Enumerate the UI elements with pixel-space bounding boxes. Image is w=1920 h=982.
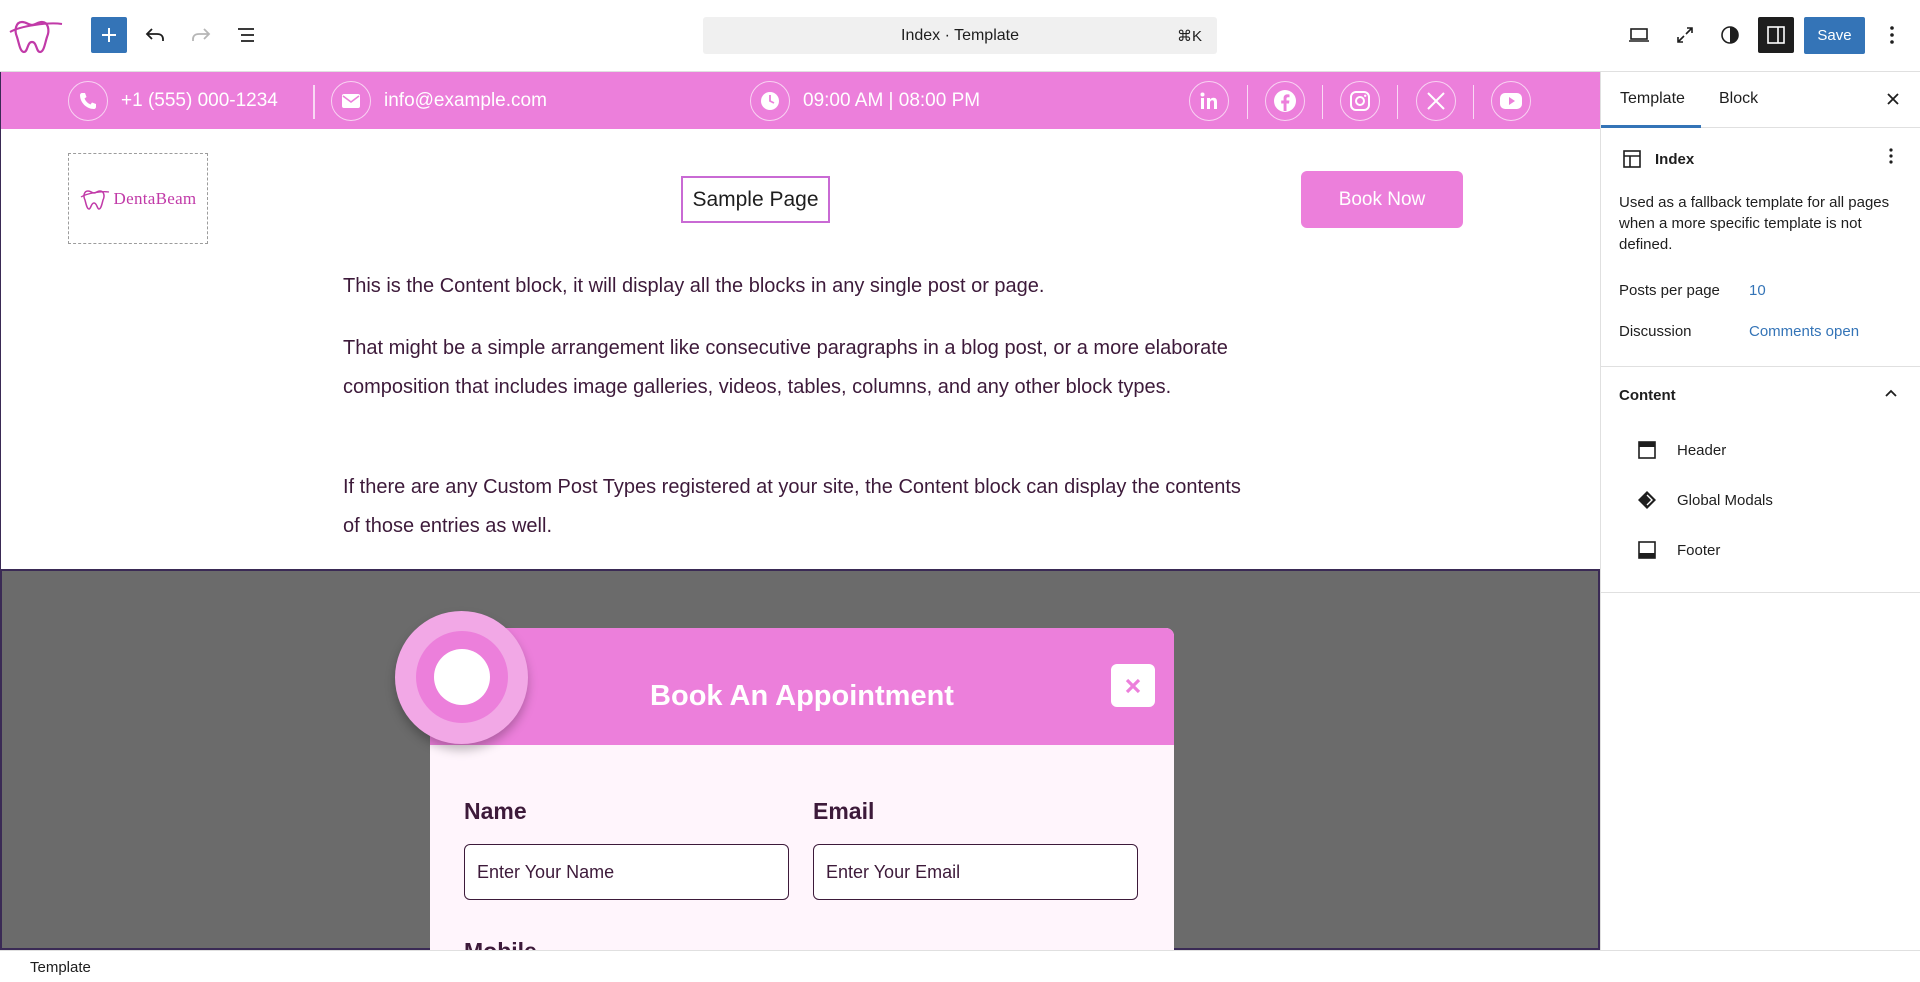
discussion-value[interactable]: Comments open bbox=[1749, 323, 1859, 340]
template-description: Used as a fallback template for all page… bbox=[1619, 194, 1890, 253]
posts-per-page-label: Posts per page bbox=[1619, 282, 1720, 299]
tab-block[interactable]: Block bbox=[1719, 90, 1758, 108]
discussion-label: Discussion bbox=[1619, 323, 1692, 340]
sidebar-tabs: Template Block bbox=[1601, 72, 1920, 128]
youtube-icon[interactable] bbox=[1491, 81, 1531, 121]
mobile-label: Mobile bbox=[464, 938, 537, 950]
save-button[interactable]: Save bbox=[1804, 17, 1865, 54]
divider bbox=[1322, 85, 1323, 119]
template-layout-icon bbox=[1621, 148, 1643, 175]
x-icon[interactable] bbox=[1416, 81, 1456, 121]
clock-icon bbox=[750, 81, 790, 121]
chevron-up-icon[interactable] bbox=[1881, 384, 1901, 409]
logo-text: DentaBeam bbox=[113, 188, 197, 208]
editor-toolbar: Index · Template ⌘K Save bbox=[0, 0, 1920, 72]
divider bbox=[1247, 85, 1248, 119]
document-overview-button[interactable] bbox=[228, 17, 264, 53]
phone-icon bbox=[68, 81, 108, 121]
close-icon[interactable] bbox=[1111, 664, 1155, 707]
editor-canvas[interactable]: +1 (555) 000-1234 info@example.com 09:00… bbox=[0, 72, 1600, 950]
device-preview-button[interactable] bbox=[1621, 17, 1657, 53]
book-now-button[interactable]: Book Now bbox=[1301, 171, 1463, 228]
divider bbox=[1601, 592, 1920, 593]
divider bbox=[1601, 366, 1920, 367]
name-field[interactable] bbox=[464, 844, 789, 900]
modal-header: Book An Appointment bbox=[430, 628, 1174, 745]
content-item-label: Global Modals bbox=[1677, 491, 1773, 509]
template-name: Index bbox=[1655, 151, 1695, 168]
content-paragraph[interactable]: That might be a simple arrangement like … bbox=[343, 329, 1243, 407]
header-icon bbox=[1635, 438, 1659, 462]
template-actions-icon[interactable] bbox=[1881, 146, 1901, 171]
styles-icon[interactable] bbox=[1712, 17, 1748, 53]
divider bbox=[1473, 85, 1474, 119]
content-item-global-modals[interactable]: Global Modals bbox=[1635, 488, 1773, 512]
content-paragraph[interactable]: This is the Content block, it will displ… bbox=[343, 267, 1243, 306]
contact-info-bar: +1 (555) 000-1234 info@example.com 09:00… bbox=[0, 72, 1600, 129]
content-item-label: Footer bbox=[1677, 541, 1721, 559]
close-icon[interactable] bbox=[1881, 87, 1905, 111]
options-menu-icon[interactable] bbox=[1874, 17, 1910, 53]
tab-template[interactable]: Template bbox=[1620, 90, 1685, 108]
settings-sidebar: Template Block Index Used as a fallback … bbox=[1600, 72, 1920, 950]
instagram-icon[interactable] bbox=[1340, 81, 1380, 121]
content-item-header[interactable]: Header bbox=[1635, 438, 1726, 462]
active-tab-indicator bbox=[1601, 125, 1701, 128]
command-palette-button[interactable]: Index · Template ⌘K bbox=[703, 17, 1217, 54]
content-paragraph[interactable]: If there are any Custom Post Types regis… bbox=[343, 468, 1243, 546]
breadcrumb-template[interactable]: Template bbox=[30, 959, 91, 976]
divider bbox=[313, 85, 315, 119]
email-address[interactable]: info@example.com bbox=[384, 90, 547, 112]
email-info: info@example.com bbox=[331, 81, 547, 121]
modal-badge-center bbox=[434, 649, 490, 705]
settings-sidebar-toggle[interactable] bbox=[1758, 17, 1794, 53]
hours-info: 09:00 AM | 08:00 PM bbox=[750, 81, 981, 121]
modal-title: Book An Appointment bbox=[650, 680, 954, 712]
command-shortcut: ⌘K bbox=[1176, 28, 1202, 45]
posts-per-page-value[interactable]: 10 bbox=[1749, 282, 1766, 299]
divider bbox=[1397, 85, 1398, 119]
content-panel-heading[interactable]: Content bbox=[1619, 387, 1676, 404]
redo-button[interactable] bbox=[183, 17, 219, 53]
phone-number[interactable]: +1 (555) 000-1234 bbox=[121, 90, 278, 112]
content-item-label: Header bbox=[1677, 441, 1727, 459]
nav-link-sample-page[interactable]: Sample Page bbox=[681, 176, 830, 223]
name-label: Name bbox=[464, 798, 527, 824]
email-label: Email bbox=[813, 798, 875, 824]
pattern-diamond-icon bbox=[1635, 488, 1659, 512]
facebook-icon[interactable] bbox=[1265, 81, 1305, 121]
content-item-footer[interactable]: Footer bbox=[1635, 538, 1720, 562]
site-logo[interactable]: DentaBeam bbox=[68, 153, 208, 244]
undo-button[interactable] bbox=[137, 17, 173, 53]
opening-hours: 09:00 AM | 08:00 PM bbox=[803, 90, 981, 111]
canvas-border bbox=[0, 72, 1, 950]
modal-overlay[interactable]: Book An Appointment Name Email Mobile bbox=[0, 569, 1600, 950]
email-field[interactable] bbox=[813, 844, 1138, 900]
command-title: Index · Template bbox=[901, 27, 1019, 44]
footer-icon bbox=[1635, 538, 1659, 562]
site-logo-icon[interactable] bbox=[8, 12, 64, 58]
tooth-logo-icon bbox=[80, 189, 109, 210]
linkedin-icon[interactable] bbox=[1189, 81, 1229, 121]
phone-info: +1 (555) 000-1234 bbox=[68, 81, 278, 121]
add-block-button[interactable] bbox=[91, 17, 127, 53]
zoom-out-icon[interactable] bbox=[1667, 17, 1703, 53]
appointment-modal: Book An Appointment Name Email Mobile bbox=[430, 628, 1174, 950]
breadcrumb-bar: Template bbox=[0, 950, 1920, 982]
email-icon bbox=[331, 81, 371, 121]
